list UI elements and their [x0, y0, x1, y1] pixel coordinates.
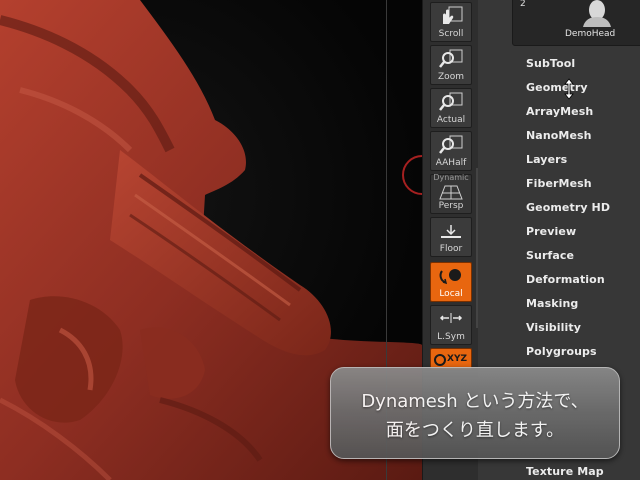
- menu-preview[interactable]: Preview: [526, 225, 576, 238]
- menu-deformation[interactable]: Deformation: [526, 273, 605, 286]
- menu-nanomesh[interactable]: NanoMesh: [526, 129, 592, 142]
- scroll-label: Scroll: [438, 29, 464, 39]
- zoom-button[interactable]: Zoom: [430, 45, 472, 85]
- magnifier-zoom-icon: [439, 49, 463, 68]
- local-label: Local: [439, 289, 463, 299]
- actual-label: Actual: [436, 115, 466, 125]
- menu-surface[interactable]: Surface: [526, 249, 574, 262]
- aahalf-button[interactable]: AAHalf: [430, 131, 472, 171]
- local-rotate-icon: [439, 269, 461, 285]
- tool-name-label: DemoHead: [565, 29, 616, 39]
- zbrush-window: Scroll Zoom Actual AAHalf Dynamic Persp …: [0, 0, 640, 480]
- hand-scroll-icon: [443, 6, 463, 24]
- tool-thumbnail[interactable]: 2 DemoHead: [512, 0, 640, 46]
- floor-label: Floor: [439, 244, 463, 254]
- persp-label: Persp: [438, 201, 464, 211]
- aahalf-label: AAHalf: [435, 158, 467, 168]
- scroll-button[interactable]: Scroll: [430, 2, 472, 42]
- menu-geometry[interactable]: Geometry: [526, 81, 588, 94]
- caption-line-1: Dynamesh という方法で、: [361, 391, 589, 412]
- menu-layers[interactable]: Layers: [526, 153, 567, 166]
- caption-line-2: 面をつくり直します。: [385, 420, 565, 441]
- local-symmetry-icon: [439, 313, 463, 323]
- menu-fibermesh[interactable]: FiberMesh: [526, 177, 592, 190]
- magnifier-actual-icon: [439, 92, 463, 111]
- menu-arraymesh[interactable]: ArrayMesh: [526, 105, 593, 118]
- floor-button[interactable]: Floor: [430, 217, 472, 257]
- menu-geometry-hd[interactable]: Geometry HD: [526, 201, 610, 214]
- perspective-grid-icon: [439, 185, 463, 200]
- actual-button[interactable]: Actual: [430, 88, 472, 128]
- xyz-label: XYZ: [447, 354, 467, 364]
- lsym-label: L.Sym: [437, 332, 465, 342]
- resize-cursor-icon: [564, 78, 574, 100]
- lsym-button[interactable]: L.Sym: [430, 305, 472, 345]
- magnifier-aahalf-icon: [439, 135, 463, 154]
- menu-subtool[interactable]: SubTool: [526, 57, 575, 70]
- local-button[interactable]: Local: [430, 262, 472, 302]
- floor-icon: [441, 225, 461, 238]
- tool-count: 2: [520, 0, 526, 9]
- menu-polygroups[interactable]: Polygroups: [526, 345, 597, 358]
- menu-texture-map[interactable]: Texture Map: [526, 465, 604, 478]
- menu-visibility[interactable]: Visibility: [526, 321, 581, 334]
- persp-button[interactable]: Dynamic Persp: [430, 173, 472, 214]
- zoom-label: Zoom: [438, 72, 464, 82]
- tutorial-caption: Dynamesh という方法で、 面をつくり直します。: [330, 367, 620, 459]
- menu-masking[interactable]: Masking: [526, 297, 578, 310]
- dynamic-tag: Dynamic: [433, 173, 469, 182]
- demo-head-icon: [583, 0, 611, 27]
